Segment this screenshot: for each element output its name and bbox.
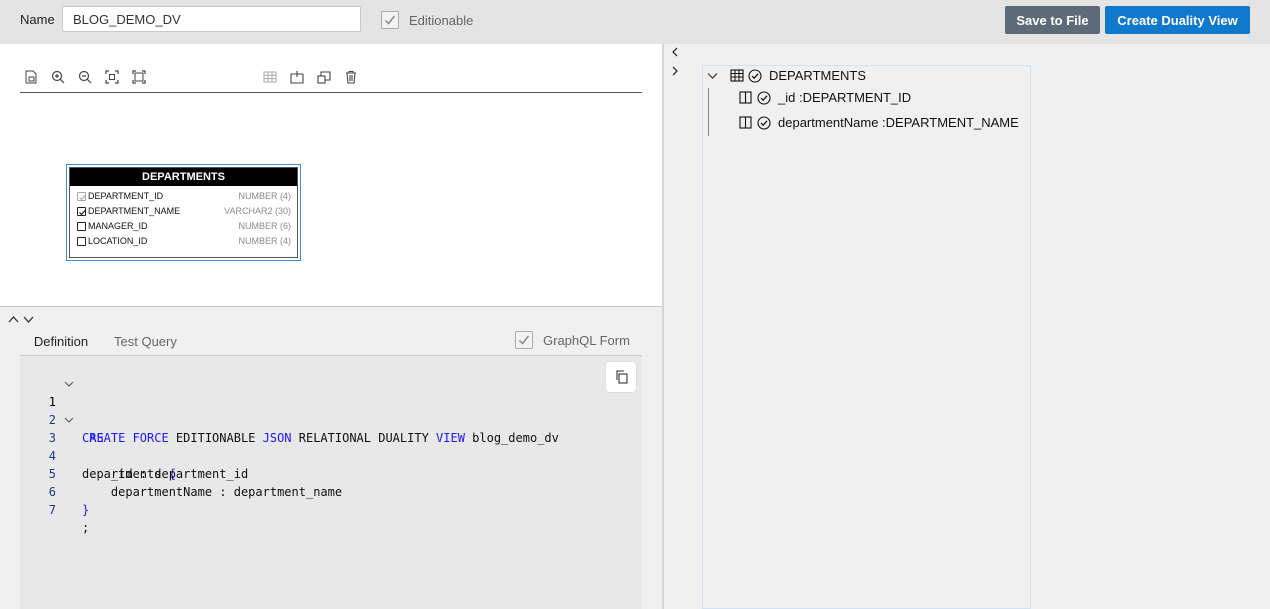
graphql-form-checkbox[interactable]: [515, 331, 533, 349]
check-icon: [518, 335, 530, 345]
code-line: 7 ;: [20, 483, 89, 535]
name-label: Name: [20, 12, 55, 27]
copy-button[interactable]: [605, 361, 637, 393]
code-line: 2 AS: [20, 393, 104, 445]
tree-node-label: DEPARTMENTS: [769, 68, 867, 83]
column-type: NUMBER (6): [238, 221, 291, 231]
code-text: CREATE FORCE EDITIONABLE JSON RELATIONAL…: [82, 431, 559, 445]
entity-column-row: LOCATION_ID NUMBER (4): [70, 234, 297, 249]
code-line: 1 CREATE FORCE EDITIONABLE JSON RELATION…: [20, 375, 559, 445]
column-icon: [739, 116, 752, 129]
code-text: ;: [82, 521, 90, 535]
chevron-left-icon[interactable]: [670, 47, 680, 57]
code-text: _id : department_id: [82, 467, 249, 481]
line-number: 7: [48, 503, 56, 517]
entity-column-row: DEPARTMENT_NAME VARCHAR2 (30): [70, 204, 297, 219]
column-icon: [739, 91, 752, 104]
actual-size-icon[interactable]: [132, 70, 146, 84]
entity-column-row: DEPARTMENT_ID NUMBER (4): [70, 189, 297, 204]
structure-panel: DEPARTMENTS _id :DEPARTMENT_ID departmen…: [664, 44, 1270, 609]
column-name: DEPARTMENT_ID: [88, 191, 164, 201]
entity-title: DEPARTMENTS: [70, 168, 297, 186]
page-icon[interactable]: [24, 70, 38, 84]
check-circle-icon[interactable]: [748, 69, 762, 83]
tree-node-label: _id :DEPARTMENT_ID: [778, 90, 912, 105]
column-name: LOCATION_ID: [88, 236, 148, 246]
table-icon[interactable]: [263, 70, 277, 84]
fold-chevron-icon[interactable]: [64, 379, 74, 389]
code-line: 4 _id : department_id: [20, 429, 248, 481]
fit-icon[interactable]: [105, 70, 119, 84]
tree-guide-line: [708, 88, 709, 136]
graphql-form-label: GraphQL Form: [543, 333, 630, 348]
entity-column-row: MANAGER_ID NUMBER (6): [70, 219, 297, 234]
column-type: NUMBER (4): [238, 236, 291, 246]
tab-test-query[interactable]: Test Query: [114, 334, 177, 356]
tree-node-label: departmentName :DEPARTMENT_NAME: [778, 115, 1019, 130]
diagram-panel: DEPARTMENTS DEPARTMENT_ID NUMBER (4) DEP…: [0, 44, 662, 306]
code-text: }: [82, 503, 90, 517]
editionable-label: Editionable: [409, 13, 474, 28]
column-name: DEPARTMENT_NAME: [88, 206, 181, 216]
collapse-controls: [8, 312, 38, 324]
column-checkbox[interactable]: [77, 237, 86, 246]
code-text: departmentName : department_name: [82, 485, 343, 499]
entity-box: DEPARTMENTS DEPARTMENT_ID NUMBER (4) DEP…: [69, 167, 298, 258]
code-line: 5 departmentName : department_name: [20, 447, 342, 499]
column-checkbox[interactable]: [77, 192, 86, 201]
tree-view: DEPARTMENTS _id :DEPARTMENT_ID departmen…: [702, 65, 1031, 609]
check-icon: [79, 209, 86, 216]
editionable-checkbox[interactable]: [381, 11, 399, 29]
code-editor[interactable]: 1 CREATE FORCE EDITIONABLE JSON RELATION…: [20, 356, 642, 609]
entity-departments[interactable]: DEPARTMENTS DEPARTMENT_ID NUMBER (4) DEP…: [66, 164, 301, 261]
table-icon: [730, 69, 744, 82]
code-line: 6 }: [20, 465, 89, 517]
check-icon: [79, 194, 86, 201]
zoom-out-icon[interactable]: [78, 70, 92, 84]
add-icon[interactable]: [290, 70, 304, 84]
check-circle-icon[interactable]: [757, 116, 771, 130]
code-line: 3 departments {: [20, 411, 176, 481]
column-checkbox[interactable]: [77, 222, 86, 231]
chevron-up-icon[interactable]: [8, 316, 19, 323]
check-circle-icon[interactable]: [757, 91, 771, 105]
chevron-down-icon[interactable]: [23, 316, 34, 323]
chevron-right-icon[interactable]: [670, 66, 680, 76]
check-icon: [384, 15, 396, 25]
definition-panel: Definition Test Query GraphQL Form 1 CRE…: [0, 307, 662, 609]
column-checkbox[interactable]: [77, 207, 86, 216]
copy-object-icon[interactable]: [317, 70, 331, 84]
copy-icon: [616, 370, 628, 384]
column-type: NUMBER (4): [238, 191, 291, 201]
column-name: MANAGER_ID: [88, 221, 148, 231]
zoom-in-icon[interactable]: [51, 70, 65, 84]
fold-chevron-icon[interactable]: [64, 415, 74, 425]
top-bar: Name Editionable Save to File Create Dua…: [0, 0, 1270, 44]
save-to-file-button[interactable]: Save to File: [1005, 6, 1100, 34]
trash-icon[interactable]: [344, 70, 358, 84]
expand-chevron-icon[interactable]: [707, 71, 718, 81]
code-text: AS: [82, 431, 104, 445]
column-type: VARCHAR2 (30): [224, 206, 291, 216]
create-duality-view-button[interactable]: Create Duality View: [1105, 6, 1250, 34]
toolbar-divider: [20, 92, 642, 93]
name-input[interactable]: [62, 6, 361, 32]
